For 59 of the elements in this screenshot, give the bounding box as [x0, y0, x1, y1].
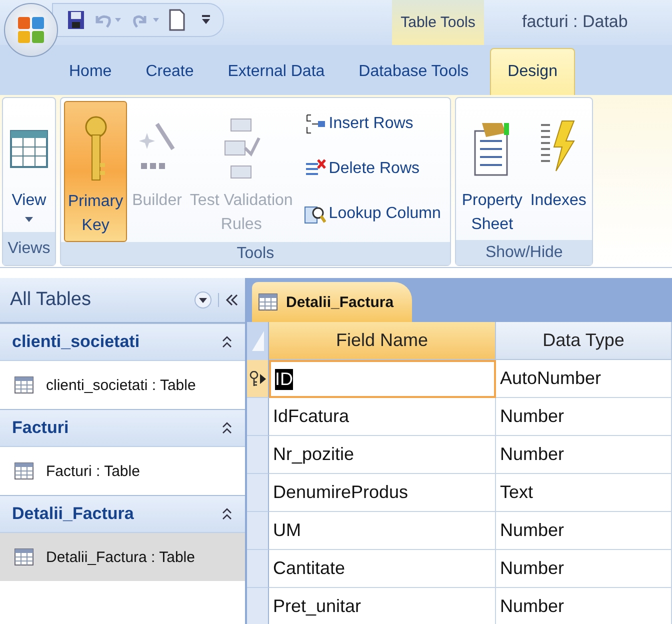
current-row-icon [260, 374, 266, 384]
table-cell[interactable]: Number [496, 436, 672, 474]
nav-item[interactable]: Facturi : Table [0, 447, 245, 495]
triangle-icon [250, 329, 264, 353]
table-cell[interactable]: Number [496, 588, 672, 624]
collapse-icon[interactable] [218, 293, 239, 307]
nav-item[interactable]: clienti_societati : Table [0, 361, 245, 409]
group-label: Tools [61, 242, 450, 265]
ribbon-button[interactable]: View [6, 101, 52, 232]
chevron-icon [221, 335, 233, 349]
table-cell[interactable]: Number [496, 550, 672, 588]
column-header[interactable]: Field Name [269, 322, 496, 360]
dropdown-icon[interactable] [194, 291, 212, 309]
pane-title: All Tables [10, 289, 92, 311]
table-cell[interactable]: UM [269, 512, 496, 550]
chevron-icon [221, 507, 233, 521]
table-icon [258, 293, 278, 311]
group-header[interactable]: clienti_societati [0, 323, 245, 361]
table-icon [14, 462, 34, 480]
ribbon-button[interactable]: Property Sheet [458, 101, 526, 240]
column-header[interactable]: Data Type [496, 322, 672, 360]
table-icon [14, 376, 34, 394]
table-cell[interactable]: Cantitate [269, 550, 496, 588]
ribbon-tab[interactable]: Home [52, 49, 129, 95]
office-logo-icon [16, 15, 46, 45]
customize-icon[interactable] [201, 14, 211, 26]
ribbon-button[interactable]: Lookup Column [304, 202, 441, 224]
window-title: facturi : Datab [521, 11, 629, 32]
table-cell[interactable]: AutoNumber [496, 360, 672, 398]
table-icon [14, 548, 34, 566]
ribbon-button[interactable]: Insert Rows [304, 112, 441, 134]
ribbon-button[interactable]: Indexes [527, 101, 590, 240]
contextual-tab-label: Table Tools [392, 0, 484, 45]
key-icon [249, 370, 259, 386]
table-cell[interactable]: Text [496, 474, 672, 512]
ribbon-button[interactable]: Delete Rows [304, 158, 441, 180]
table-cell[interactable]: DenumireProdus [269, 474, 496, 512]
save-icon[interactable] [67, 10, 85, 30]
table-cell[interactable]: IdFcatura [269, 398, 496, 436]
group-header[interactable]: Facturi [0, 409, 245, 447]
ribbon-button[interactable]: Primary Key [64, 101, 128, 242]
group-label: Views [3, 232, 55, 265]
document-tab[interactable]: Detalii_Factura [252, 282, 412, 322]
row-selector[interactable] [247, 360, 269, 398]
insert-rows-icon [304, 112, 326, 134]
ribbon-tab[interactable]: Create [128, 49, 211, 95]
group-header[interactable]: Detalii_Factura [0, 495, 245, 533]
new-document-icon[interactable] [169, 9, 185, 31]
table-cell[interactable]: Pret_unitar [269, 588, 496, 624]
table-cell[interactable]: ID [269, 360, 496, 398]
table-cell[interactable]: Number [496, 398, 672, 436]
table-cell[interactable]: Nr_pozitie [269, 436, 496, 474]
group-label: Show/Hide [456, 240, 592, 265]
ribbon-tab[interactable]: Design [490, 48, 576, 95]
ribbon-tab[interactable]: External Data [210, 49, 342, 95]
table-cell[interactable]: Number [496, 512, 672, 550]
chevron-icon [221, 421, 233, 435]
ribbon-tab[interactable]: Database Tools [342, 49, 486, 95]
nav-item[interactable]: Detalii_Factura : Table [0, 533, 245, 581]
